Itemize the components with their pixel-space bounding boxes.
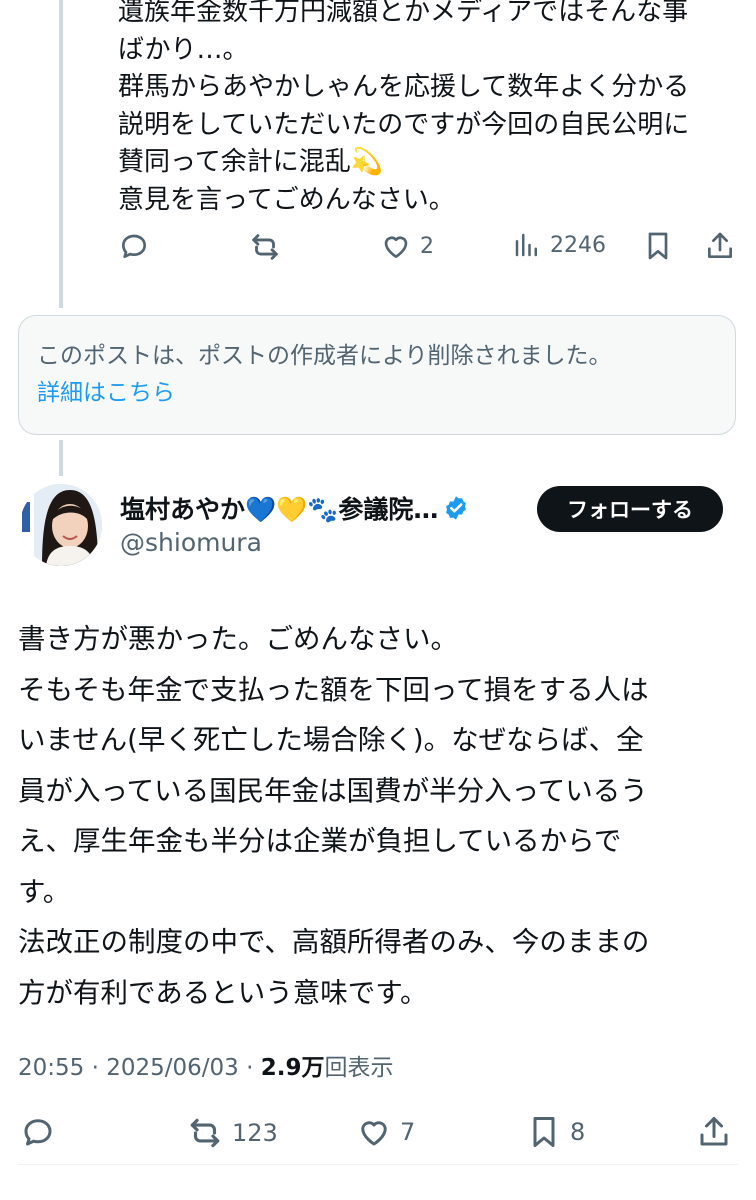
author-handle[interactable]: @shiomura (120, 528, 262, 557)
like-count: 7 (400, 1118, 416, 1146)
repost-count: 123 (232, 1119, 278, 1147)
post-text: 書き方が悪かった。ごめんなさい。 そもそも年金で支払った額を下回って損をする人は… (18, 623, 650, 1009)
bookmark-button[interactable] (642, 230, 674, 262)
bookmark-icon (648, 232, 668, 260)
divider (18, 1164, 738, 1165)
author-name-row[interactable]: 塩村あやか💙💛🐾参議院… (120, 490, 470, 526)
thread-line (59, 440, 63, 476)
deleted-message: このポストは、ポストの作成者により削除されました。 (37, 343, 612, 369)
share-icon (708, 232, 732, 258)
share-button[interactable] (696, 1114, 732, 1150)
post-time[interactable]: 20:55 (18, 1055, 84, 1081)
views-button[interactable]: 2246 (512, 230, 606, 260)
deleted-post-notice: このポストは、ポストの作成者により削除されました。 詳細はこちら (18, 315, 736, 435)
author-name: 塩村あやか💙💛🐾参議院… (120, 495, 439, 524)
bookmark-icon (533, 1117, 555, 1147)
heart-icon (361, 1121, 387, 1146)
reply-button[interactable] (20, 1114, 56, 1150)
views-chart-icon (515, 233, 537, 257)
like-button[interactable]: 7 (356, 1114, 415, 1150)
share-button[interactable] (704, 230, 736, 262)
bookmark-button[interactable]: 8 (526, 1114, 585, 1150)
repost-icon (252, 234, 278, 260)
repost-button[interactable]: 123 (186, 1114, 278, 1152)
like-count: 2 (420, 233, 434, 259)
heart-icon (384, 236, 408, 258)
comment-icon (122, 234, 146, 258)
repost-icon (190, 1118, 220, 1148)
avatar[interactable] (20, 484, 102, 566)
post-date[interactable]: 2025/06/03 (106, 1055, 239, 1081)
repost-button[interactable] (248, 230, 282, 264)
details-link[interactable]: 詳細はこちら (37, 375, 717, 412)
avatar-image (20, 484, 102, 566)
views-value: 2.9万 (260, 1055, 325, 1081)
verified-badge-icon (446, 496, 467, 520)
reply-action-bar: 2 2246 (0, 230, 756, 270)
view-count: 2246 (550, 232, 606, 258)
meta-separator: · (238, 1055, 261, 1081)
reply-button[interactable] (118, 230, 150, 262)
post-meta: 20:55 · 2025/06/03 · 2.9万回表示 (18, 1048, 394, 1082)
follow-button[interactable]: フォローする (537, 486, 723, 532)
reply-text: 遺族年金数千万円減額とかメディアではそんな事 ばかり…。 群馬からあやかしゃんを… (118, 0, 690, 215)
bookmark-count: 8 (570, 1118, 586, 1146)
like-button[interactable]: 2 (380, 230, 434, 262)
views-label: 回表示 (324, 1055, 394, 1081)
share-icon (700, 1117, 728, 1146)
post-action-bar: 123 7 8 (0, 1114, 756, 1154)
meta-separator: · (84, 1055, 107, 1081)
comment-icon (24, 1119, 52, 1146)
